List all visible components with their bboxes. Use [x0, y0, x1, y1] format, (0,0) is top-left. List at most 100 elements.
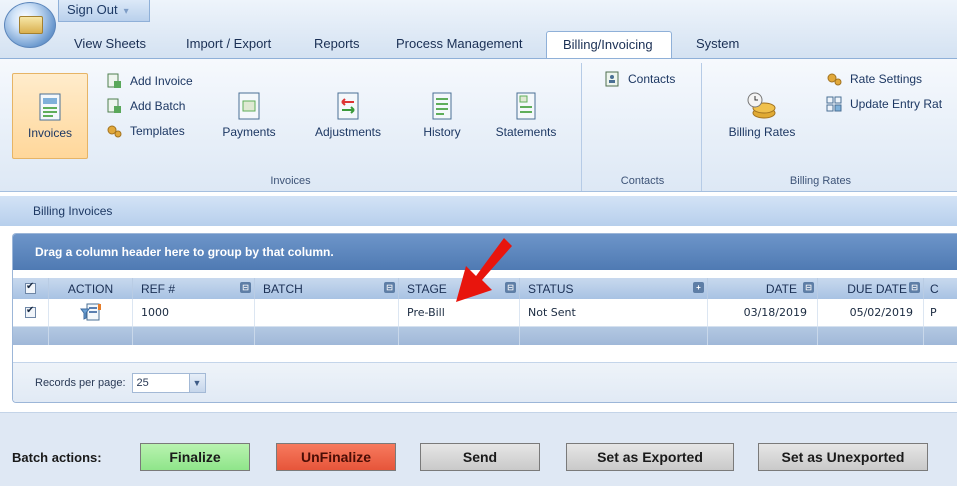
- col-header-overflow[interactable]: C: [924, 278, 957, 299]
- billing-rates-label: Billing Rates: [728, 125, 796, 139]
- history-label: History: [423, 125, 461, 139]
- checkbox-checked-icon: [25, 305, 36, 318]
- invoices-button-label: Invoices: [27, 126, 73, 140]
- records-per-page-select[interactable]: 25 ▼: [131, 372, 206, 393]
- billing-rates-button[interactable]: Billing Rates: [718, 91, 806, 139]
- adjustments-icon: [337, 92, 359, 120]
- coins-clock-icon: [747, 92, 776, 119]
- row-checkbox[interactable]: [13, 299, 49, 326]
- col-header-batch[interactable]: BATCH ⊟: [255, 278, 399, 299]
- rate-settings-label: Rate Settings: [850, 72, 923, 86]
- app-orb-icon[interactable]: [4, 2, 56, 48]
- col-header-action[interactable]: ACTION: [49, 278, 133, 299]
- add-batch-label: Add Batch: [130, 99, 186, 113]
- col-header-ref-label: REF #: [141, 281, 176, 296]
- chevron-down-icon: ▼: [188, 373, 205, 392]
- checkbox-checked-icon: [25, 281, 36, 294]
- unfinalize-button[interactable]: UnFinalize: [276, 443, 396, 471]
- finalize-button[interactable]: Finalize: [140, 443, 250, 471]
- contacts-label: Contacts: [628, 72, 676, 86]
- footer-cell: [924, 327, 957, 345]
- tab-process-management[interactable]: Process Management: [380, 31, 546, 58]
- tab-reports[interactable]: Reports: [298, 31, 380, 58]
- footer-cell: [399, 327, 520, 345]
- column-menu-icon[interactable]: ⊟: [240, 282, 251, 293]
- templates-button[interactable]: Templates: [106, 123, 185, 139]
- payments-button[interactable]: Payments: [214, 91, 284, 139]
- row-batch: [255, 299, 399, 326]
- tab-system-configuration[interactable]: System Configuration: [672, 31, 832, 77]
- select-all-checkbox[interactable]: [13, 278, 49, 299]
- invoice-icon: [39, 93, 61, 121]
- gears-icon: [107, 125, 122, 138]
- rate-settings-button[interactable]: Rate Settings: [826, 71, 922, 87]
- set-as-unexported-button[interactable]: Set as Unexported: [758, 443, 928, 471]
- action-menu-icon[interactable]: [79, 303, 102, 323]
- contacts-button[interactable]: Contacts: [604, 71, 675, 87]
- column-menu-icon[interactable]: ⊟: [909, 282, 920, 293]
- signout-label: Sign Out: [67, 2, 118, 17]
- col-header-status-label: STATUS: [528, 281, 574, 296]
- col-header-ref[interactable]: REF # ⊟: [133, 278, 255, 299]
- footer-cell: [255, 327, 399, 345]
- grid-footer-row: [13, 327, 957, 345]
- column-menu-icon[interactable]: ⊟: [384, 282, 395, 293]
- column-menu-icon[interactable]: +: [693, 282, 704, 293]
- add-invoice-button[interactable]: Add Invoice: [106, 73, 193, 89]
- footer-cell: [520, 327, 708, 345]
- statements-label: Statements: [495, 125, 557, 139]
- send-button[interactable]: Send: [420, 443, 540, 471]
- payments-icon: [238, 92, 260, 120]
- pager: Records per page: 25 ▼: [13, 362, 957, 402]
- contacts-icon: [605, 71, 619, 87]
- adjustments-button[interactable]: Adjustments: [306, 91, 390, 139]
- ribbon: Invoices Add Invoice Add Batch Templates…: [0, 58, 957, 192]
- col-header-action-label: ACTION: [67, 281, 114, 296]
- adjustments-label: Adjustments: [314, 125, 382, 139]
- col-header-batch-label: BATCH: [263, 281, 303, 296]
- row-ref: 1000: [133, 299, 255, 326]
- footer-cell: [13, 327, 49, 345]
- row-overflow: P: [930, 306, 937, 319]
- templates-label: Templates: [130, 124, 185, 138]
- update-grid-icon: [826, 96, 842, 112]
- col-header-date[interactable]: DATE ⊟: [708, 278, 818, 299]
- app-window: Sign Out ▾ View Sheets Import / Export Re…: [0, 0, 957, 486]
- signout-menu[interactable]: Sign Out ▾: [58, 0, 150, 22]
- title-bar: Sign Out ▾ View Sheets Import / Export Re…: [0, 0, 957, 77]
- gears-icon: [827, 73, 842, 86]
- col-header-date-label: DATE: [765, 281, 797, 296]
- row-status: Not Sent: [520, 299, 708, 326]
- update-entry-rates-button[interactable]: Update Entry Rat: [826, 96, 942, 112]
- tab-billing-invoicing[interactable]: Billing/Invoicing: [546, 31, 672, 58]
- history-button[interactable]: History: [414, 91, 470, 139]
- col-header-due-date-label: DUE DATE: [847, 281, 907, 296]
- payments-label: Payments: [222, 125, 276, 139]
- col-header-due-date[interactable]: DUE DATE ⊟: [818, 278, 924, 299]
- tab-import-export[interactable]: Import / Export: [170, 31, 298, 58]
- invoices-group-title: Invoices: [270, 175, 311, 187]
- col-header-status[interactable]: STATUS +: [520, 278, 708, 299]
- row-date: 03/18/2019: [708, 299, 818, 326]
- ribbon-group-billing-rates: Billing Rates Rate Settings Update Entry…: [704, 63, 957, 191]
- add-batch-button[interactable]: Add Batch: [106, 98, 185, 114]
- ribbon-group-contacts: Contacts Contacts: [584, 63, 702, 191]
- add-invoice-icon: [107, 73, 121, 88]
- add-invoice-label: Add Invoice: [130, 74, 193, 88]
- column-menu-icon[interactable]: ⊟: [803, 282, 814, 293]
- statements-icon: [516, 92, 536, 120]
- billing-rates-group-title: Billing Rates: [789, 175, 852, 187]
- add-batch-icon: [107, 98, 121, 113]
- col-header-overflow-label: C: [930, 281, 939, 296]
- footer-cell: [708, 327, 818, 345]
- ribbon-group-invoices: Invoices Add Invoice Add Batch Templates…: [0, 63, 582, 191]
- statements-button[interactable]: Statements: [484, 91, 568, 139]
- history-icon: [432, 92, 452, 120]
- footer-cell: [49, 327, 133, 345]
- chevron-down-icon: ▾: [123, 6, 129, 17]
- red-arrow-annotation: [456, 238, 512, 302]
- app-logo-icon: [19, 16, 43, 34]
- set-as-exported-button[interactable]: Set as Exported: [566, 443, 734, 471]
- invoices-button[interactable]: Invoices: [12, 73, 88, 159]
- tab-view-sheets[interactable]: View Sheets: [58, 31, 170, 58]
